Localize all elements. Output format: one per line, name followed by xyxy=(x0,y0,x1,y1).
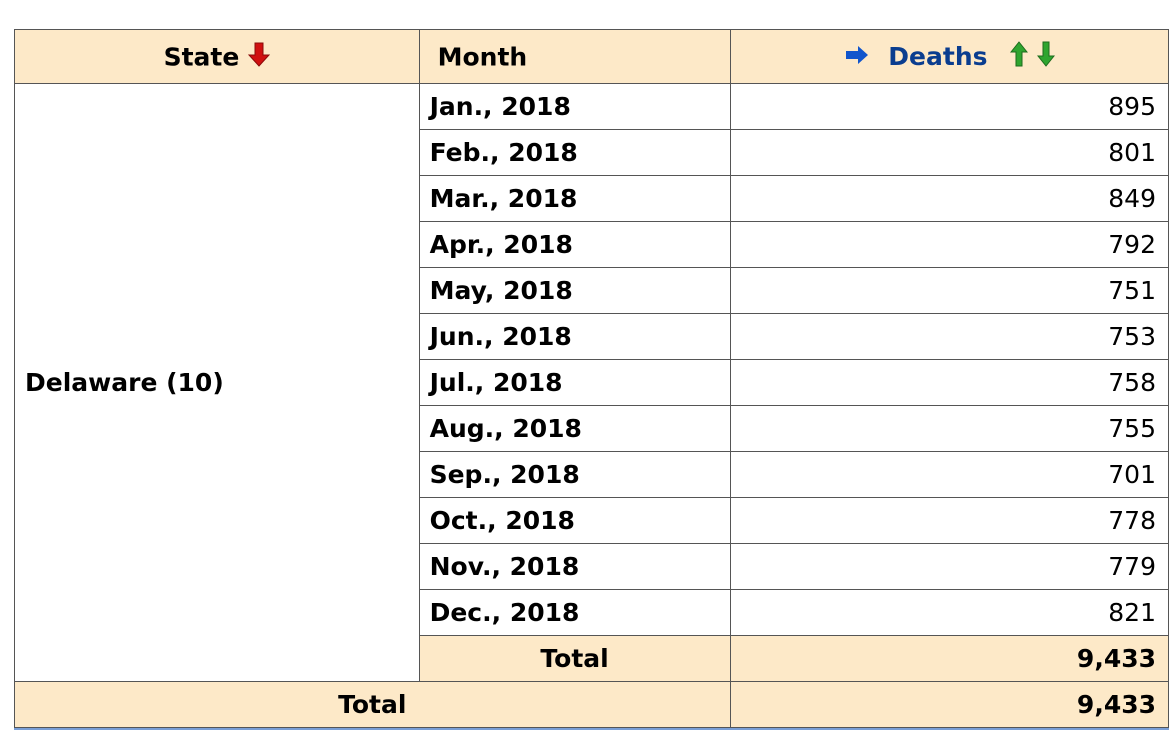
deaths-cell: 779 xyxy=(729,543,1169,590)
table-row: Delaware (10) Jan., 2018 895 xyxy=(14,83,1169,682)
deaths-cell: 801 xyxy=(729,129,1169,176)
sort-up-icon[interactable] xyxy=(1010,40,1029,73)
grand-total-value: 9,433 xyxy=(729,681,1169,728)
deaths-cell: 821 xyxy=(729,589,1169,636)
state-cell: Delaware (10) xyxy=(14,83,420,682)
month-cell: Dec., 2018 xyxy=(418,589,731,636)
state-column-header[interactable]: State xyxy=(14,29,420,84)
subtotal-value: 9,433 xyxy=(729,635,1169,682)
grand-total-row: Total 9,433 xyxy=(14,681,1169,728)
measure-arrow-right-icon xyxy=(844,42,870,71)
month-column-header[interactable]: Month xyxy=(418,29,731,84)
results-table: State Month Deaths Delaware (10) Jan., 2… xyxy=(14,29,1169,728)
state-header-label: State xyxy=(163,42,240,71)
month-cell: Nov., 2018 xyxy=(418,543,731,590)
deaths-cell: 753 xyxy=(729,313,1169,360)
month-cell: Oct., 2018 xyxy=(418,497,731,544)
month-cell: Jan., 2018 xyxy=(418,83,731,130)
deaths-cell: 758 xyxy=(729,359,1169,406)
deaths-cell: 751 xyxy=(729,267,1169,314)
sort-descending-icon[interactable] xyxy=(247,41,271,73)
deaths-cell: 849 xyxy=(729,175,1169,222)
month-cell: Feb., 2018 xyxy=(418,129,731,176)
month-cell: Apr., 2018 xyxy=(418,221,731,268)
deaths-header-label: Deaths xyxy=(888,42,988,71)
month-cell: Aug., 2018 xyxy=(418,405,731,452)
sort-down-icon[interactable] xyxy=(1036,41,1055,73)
deaths-cell: 792 xyxy=(729,221,1169,268)
month-cell: Jun., 2018 xyxy=(418,313,731,360)
month-cell: Sep., 2018 xyxy=(418,451,731,498)
month-cell: May, 2018 xyxy=(418,267,731,314)
deaths-cell: 755 xyxy=(729,405,1169,452)
deaths-cell: 701 xyxy=(729,451,1169,498)
month-header-label: Month xyxy=(437,42,528,72)
month-cell: Mar., 2018 xyxy=(418,175,731,222)
header-row: State Month Deaths xyxy=(14,29,1169,84)
deaths-cell: 895 xyxy=(729,83,1169,130)
month-cell: Jul., 2018 xyxy=(418,359,731,406)
deaths-cell: 778 xyxy=(729,497,1169,544)
subtotal-label: Total xyxy=(418,635,731,682)
grand-total-label: Total xyxy=(14,681,731,728)
deaths-column-header[interactable]: Deaths xyxy=(729,29,1169,84)
